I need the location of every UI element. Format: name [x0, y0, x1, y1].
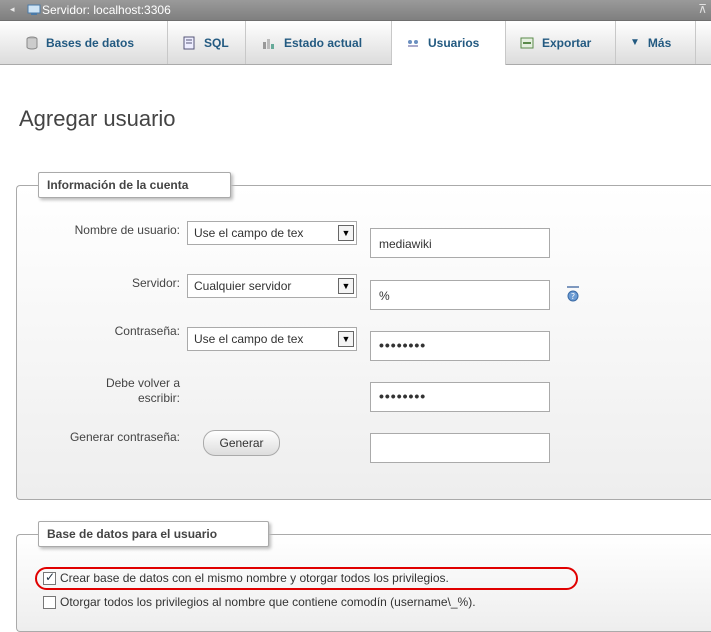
password-label: Contraseña:	[114, 324, 180, 338]
sql-icon	[183, 36, 195, 49]
collapse-icon[interactable]: ⊼	[698, 2, 707, 16]
status-icon	[263, 38, 274, 49]
page-title: Agregar usuario	[19, 106, 176, 131]
database-legend: Base de datos para el usuario	[38, 521, 269, 547]
tab-users[interactable]: Usuarios	[392, 21, 506, 65]
generated-password-input[interactable]	[370, 433, 550, 463]
dropdown-arrow-icon[interactable]: ▼	[338, 331, 354, 347]
wildcard-option[interactable]: Otorgar todos los privilegios al nombre …	[43, 595, 476, 609]
host-input[interactable]: %	[370, 280, 550, 310]
tab-label: SQL	[204, 35, 229, 50]
retype-label-line2: escribir:	[137, 391, 180, 405]
checkbox-icon[interactable]	[43, 595, 56, 609]
export-icon	[520, 37, 534, 48]
server-bar: ◂ Servidor: localhost:3306 ⊼	[0, 0, 711, 21]
generate-button[interactable]: Generar	[203, 430, 280, 456]
retype-label-line1: Debe volver a	[105, 376, 180, 390]
tab-sql[interactable]: SQL	[168, 21, 246, 64]
retype-input[interactable]: ••••••••	[370, 382, 550, 412]
highlight-ring	[35, 567, 578, 590]
tab-label: Exportar	[542, 35, 592, 50]
username-select[interactable]: Use el campo de tex ▼	[187, 221, 357, 245]
username-value: mediawiki	[379, 237, 432, 251]
username-label: Nombre de usuario:	[74, 223, 180, 237]
users-icon	[408, 40, 418, 47]
generate-button-label: Generar	[219, 436, 264, 450]
password-value: ••••••••	[379, 337, 427, 353]
host-select[interactable]: Cualquier servidor ▼	[187, 274, 357, 298]
tab-databases[interactable]: Bases de datos	[0, 21, 168, 64]
tab-more[interactable]: ▼ Más	[616, 21, 696, 64]
help-icon[interactable]: ?	[565, 286, 581, 302]
main-tabs: Bases de datos SQL Estado actual Usuario…	[0, 21, 711, 65]
tab-export[interactable]: Exportar	[506, 21, 616, 64]
wildcard-option-label: Otorgar todos los privilegios al nombre …	[60, 595, 476, 609]
host-select-value: Cualquier servidor	[194, 279, 292, 293]
tab-label: Más	[647, 35, 672, 50]
host-value: %	[379, 289, 390, 303]
generate-label: Generar contraseña:	[69, 430, 180, 444]
database-icon	[26, 36, 38, 49]
password-select[interactable]: Use el campo de tex ▼	[187, 327, 357, 351]
back-arrow-icon[interactable]: ◂	[10, 4, 15, 15]
account-legend: Información de la cuenta	[38, 172, 231, 198]
tab-status[interactable]: Estado actual	[246, 21, 392, 64]
password-input[interactable]: ••••••••	[370, 331, 550, 361]
server-icon	[27, 4, 41, 15]
tab-label: Usuarios	[428, 36, 480, 50]
host-label: Servidor:	[131, 276, 180, 290]
tab-label: Estado actual	[284, 35, 363, 50]
tab-label: Bases de datos	[46, 35, 135, 50]
server-label[interactable]: Servidor: localhost:3306	[42, 3, 171, 17]
username-select-value: Use el campo de tex	[194, 226, 304, 240]
database-legend-text: Base de datos para el usuario	[47, 527, 218, 541]
retype-value: ••••••••	[379, 388, 427, 404]
retype-label: Debe volver a escribir:	[40, 376, 180, 406]
username-input[interactable]: mediawiki	[370, 228, 550, 258]
account-legend-text: Información de la cuenta	[47, 178, 189, 192]
chevron-down-icon: ▼	[630, 37, 640, 48]
dropdown-arrow-icon[interactable]: ▼	[338, 225, 354, 241]
dropdown-arrow-icon[interactable]: ▼	[338, 278, 354, 294]
password-select-value: Use el campo de tex	[194, 332, 304, 346]
svg-text:?: ?	[571, 292, 575, 301]
